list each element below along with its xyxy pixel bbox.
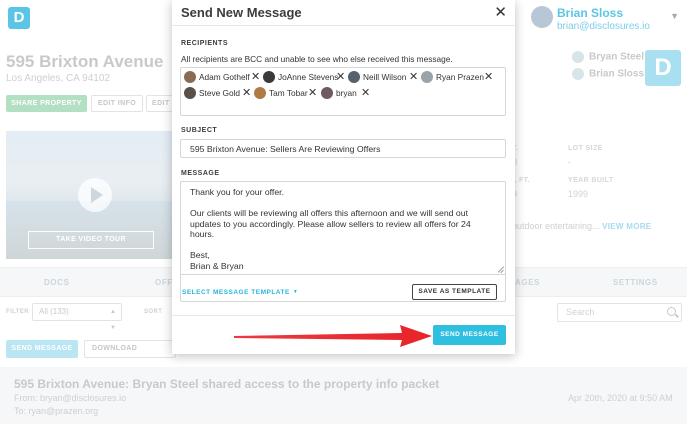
recipient-name: Neill Wilson xyxy=(363,72,407,82)
recipient-name: Ryan Prazen xyxy=(436,72,484,82)
recipient-name: Steve Gold xyxy=(199,88,241,98)
recipient-avatar xyxy=(184,87,196,99)
sort-label: SORT xyxy=(144,309,163,315)
recipients-label: RECIPIENTS xyxy=(181,40,229,47)
filter-select[interactable]: All (133) ▲ ▼ xyxy=(32,303,122,331)
user-name: Brian Sloss xyxy=(557,6,624,20)
recipient-name: Adam Gothelf xyxy=(199,72,250,82)
modal-footer-divider xyxy=(172,315,515,316)
property-title: 595 Brixton Avenue xyxy=(6,52,164,71)
remove-recipient-icon[interactable]: ✕ xyxy=(336,71,345,83)
user-email: brian@disclosures.io xyxy=(557,21,650,32)
recipient-name: Tam Tobar xyxy=(269,88,308,98)
tab-offers[interactable]: OFF xyxy=(155,278,173,287)
remove-recipient-icon[interactable]: ✕ xyxy=(251,71,260,83)
year-built-value: 1999 xyxy=(568,189,589,199)
remove-recipient-icon[interactable]: ✕ xyxy=(409,71,418,83)
user-menu[interactable]: Brian Sloss brian@disclosures.io ▼ xyxy=(517,0,687,40)
message-to: To: ryan@prazen.org xyxy=(14,406,99,416)
chevron-updown-icon: ▲ ▼ xyxy=(110,309,116,331)
tab-settings[interactable]: SETTINGS xyxy=(613,278,658,287)
edit-info-button[interactable]: EDIT INFO xyxy=(91,95,143,112)
remove-recipient-icon[interactable]: ✕ xyxy=(484,71,493,83)
arrow-shape xyxy=(234,325,432,347)
search-placeholder: Search xyxy=(566,307,595,317)
chevron-down-icon[interactable]: ▼ xyxy=(670,11,679,21)
message-from: From: bryan@disclosures.io xyxy=(14,393,127,403)
tab-messages[interactable]: AGES xyxy=(515,278,540,287)
message-date: Apr 20th, 2020 at 9:50 AM xyxy=(568,393,673,403)
modal-title: Send New Message xyxy=(181,5,302,20)
description-text: outdoor entertaining... xyxy=(512,221,600,231)
user-avatar xyxy=(531,6,553,28)
agent-name: Brian Sloss xyxy=(589,68,645,80)
filter-label: FILTER xyxy=(6,309,29,315)
annotation-arrow-icon xyxy=(234,325,432,347)
agent-name: Bryan Steel xyxy=(589,51,645,63)
select-template-label: SELECT MESSAGE TEMPLATE xyxy=(182,289,290,296)
tab-docs[interactable]: DOCS xyxy=(44,278,70,287)
recipient-avatar xyxy=(184,71,196,83)
search-icon xyxy=(667,307,676,316)
remove-recipient-icon[interactable]: ✕ xyxy=(242,87,251,99)
download-messages-button[interactable]: DOWNLOAD MESSAGES xyxy=(84,340,176,358)
brand-logo: D xyxy=(645,50,681,86)
caret-down-icon: ▼ xyxy=(292,289,299,295)
recipient-name: bryan xyxy=(336,88,357,98)
recipients-help-text: All recipients are BCC and unable to see… xyxy=(181,54,453,64)
play-icon[interactable] xyxy=(78,178,112,212)
remove-recipient-icon[interactable]: ✕ xyxy=(361,87,370,99)
lot-size-label: LOT SIZE xyxy=(568,145,603,152)
message-label: MESSAGE xyxy=(181,170,220,177)
resize-handle-icon[interactable] xyxy=(497,266,504,273)
subject-input[interactable] xyxy=(180,139,506,158)
agent-avatar xyxy=(572,51,584,63)
property-address: Los Angeles, CA 94102 xyxy=(6,73,110,84)
share-property-button[interactable]: SHARE PROPERTY xyxy=(6,95,87,112)
view-more-link[interactable]: VIEW MORE xyxy=(602,222,651,231)
property-video[interactable]: TAKE VIDEO TOUR xyxy=(6,131,173,259)
year-built-label: YEAR BUILT xyxy=(568,177,614,184)
subject-label: SUBJECT xyxy=(181,127,218,134)
select-message-template-dropdown[interactable]: SELECT MESSAGE TEMPLATE ▼ xyxy=(182,289,298,296)
recipient-avatar xyxy=(348,71,360,83)
remove-recipient-icon[interactable]: ✕ xyxy=(308,87,317,99)
recipients-field[interactable]: Adam Gothelf ✕ JoAnne Stevens ✕ Neill Wi… xyxy=(180,67,506,116)
close-icon[interactable]: ✕ xyxy=(494,3,507,21)
send-message-button-bg[interactable]: SEND MESSAGE xyxy=(6,340,78,358)
agent-brian-sloss: Brian Sloss xyxy=(572,68,644,80)
recipient-avatar xyxy=(321,87,333,99)
agent-bryan-steel: Bryan Steel xyxy=(572,51,644,63)
send-message-modal: Send New Message ✕ RECIPIENTS All recipi… xyxy=(172,0,515,354)
modal-header: Send New Message ✕ xyxy=(172,0,515,26)
send-message-button[interactable]: SEND MESSAGE xyxy=(433,325,506,345)
save-as-template-button[interactable]: SAVE AS TEMPLATE xyxy=(412,284,497,300)
recipient-avatar xyxy=(263,71,275,83)
app-logo[interactable]: D xyxy=(8,7,30,29)
recipient-avatar xyxy=(421,71,433,83)
agent-avatar xyxy=(572,68,584,80)
property-description: outdoor entertaining... VIEW MORE xyxy=(512,221,651,231)
message-subject: 595 Brixton Avenue: Bryan Steel shared a… xyxy=(14,377,440,391)
message-textarea[interactable] xyxy=(180,181,506,275)
filter-value: All (133) xyxy=(39,307,69,316)
search-input[interactable]: Search xyxy=(557,303,682,322)
recipient-name: JoAnne Stevens xyxy=(278,72,339,82)
recipient-avatar xyxy=(254,87,266,99)
lot-size-value: - xyxy=(568,157,571,167)
take-video-tour-button[interactable]: TAKE VIDEO TOUR xyxy=(28,231,154,249)
